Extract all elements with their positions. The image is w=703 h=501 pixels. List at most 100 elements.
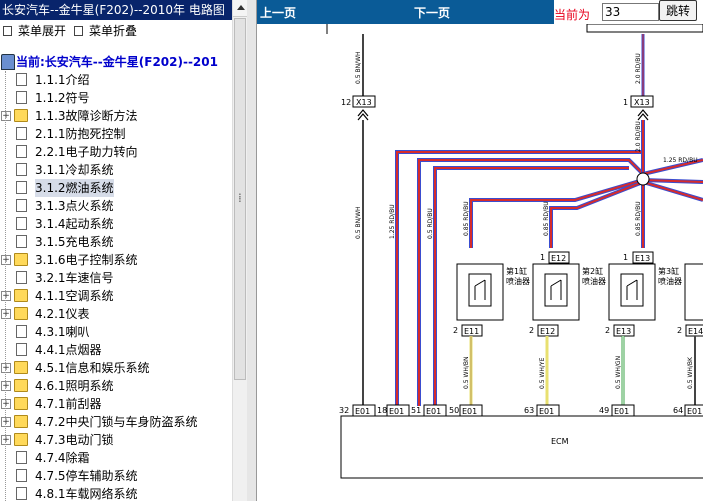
wiring-diagram: 0.5 BN/WH 2.0 RD/BU 12 X13 1 X13 0.5 BN/… xyxy=(326,24,703,479)
navigation-pane: 长安汽车--金牛星(F202)--2010年 电路图 菜单展开 菜单折叠 当前:… xyxy=(0,0,247,501)
wire-label: 0.85 RD/BU xyxy=(463,201,470,236)
tree-scrollbar[interactable] xyxy=(232,0,247,501)
document-icon xyxy=(16,127,27,140)
tree-item-label: 3.2.1车速信号 xyxy=(35,271,114,285)
tree-item[interactable]: +4.7.1前刮器 xyxy=(0,395,232,413)
collapse-menu-button[interactable]: 菜单折叠 xyxy=(74,22,137,40)
wire-label: 0.5 RD/BU xyxy=(427,208,434,239)
expand-menu-button[interactable]: 菜单展开 xyxy=(3,22,66,40)
folder-icon xyxy=(14,289,28,302)
tree-item[interactable]: +4.5.1信息和娱乐系统 xyxy=(0,359,232,377)
tree-item-label: 4.1.1空调系统 xyxy=(35,289,114,303)
tree-item[interactable]: 4.3.1喇叭 xyxy=(0,323,232,341)
pane-splitter[interactable] xyxy=(247,0,257,501)
wire-label: 0.5 WH/BK xyxy=(687,356,694,389)
connector-e14-bottom: 2 E14 xyxy=(677,324,703,337)
pin-name: E01 xyxy=(614,407,629,416)
tree-item[interactable]: 4.4.1点烟器 xyxy=(0,341,232,359)
ecm-pin-63: 63 E01 xyxy=(524,404,560,417)
wire-bn-wh-left: 0.5 BN/WH xyxy=(355,34,364,96)
pin-number: 1 xyxy=(540,253,545,262)
tree-item[interactable]: +4.7.3电动门锁 xyxy=(0,431,232,449)
tree-item[interactable]: 2.1.1防抱死控制 xyxy=(0,125,232,143)
wire-label: 0.5 BN/WH xyxy=(355,51,362,84)
jump-button[interactable]: 跳转 xyxy=(659,0,697,21)
document-icon xyxy=(16,325,27,338)
connector-e12-top: 1 E12 xyxy=(540,251,570,264)
wire-label: 0.85 RD/BU xyxy=(635,201,642,236)
tree-root[interactable]: 当前:长安汽车--金牛星(F202)--201 xyxy=(0,53,232,71)
injector-label: 第2缸 xyxy=(582,266,603,276)
menu-icon xyxy=(74,26,83,36)
ecm-pin-64: 64 E01 xyxy=(673,404,703,417)
page-jump-box: 当前为 跳转 xyxy=(554,0,703,24)
folder-icon xyxy=(14,433,28,446)
connector-name: E11 xyxy=(464,327,479,336)
connector-e13-bottom: 2 E13 xyxy=(605,324,635,337)
tree-item-label: 1.1.1介绍 xyxy=(35,73,90,87)
document-icon xyxy=(16,217,27,230)
pin-name: E01 xyxy=(389,407,404,416)
tree-item[interactable]: 4.7.4除霜 xyxy=(0,449,232,467)
folder-icon xyxy=(14,253,28,266)
menu-row: 菜单展开 菜单折叠 xyxy=(0,22,232,40)
wire-rd-bu-right: 2.0 RD/BU xyxy=(635,34,645,96)
injector-label: 喷油器 xyxy=(658,276,682,286)
tree-item[interactable]: +4.1.1空调系统 xyxy=(0,287,232,305)
scroll-up-arrow-icon[interactable] xyxy=(233,0,247,17)
tree-item[interactable]: +4.6.1照明系统 xyxy=(0,377,232,395)
injector-label: 第1缸 xyxy=(506,266,527,276)
tree-item[interactable]: 3.1.2燃油系统 xyxy=(0,179,232,197)
tree-item[interactable]: 3.1.5充电系统 xyxy=(0,233,232,251)
window-title: 长安汽车--金牛星(F202)--2010年 电路图 xyxy=(0,0,234,20)
tree-item-label: 4.5.1信息和娱乐系统 xyxy=(35,361,150,375)
injector-label: 喷油器 xyxy=(582,276,606,286)
document-icon xyxy=(16,163,27,176)
tree-item[interactable]: +4.7.2中央门锁与车身防盗系统 xyxy=(0,413,232,431)
folder-icon xyxy=(14,109,28,122)
tree-item[interactable]: +1.1.3故障诊断方法 xyxy=(0,107,232,125)
tree-item[interactable]: 2.2.1电子助力转向 xyxy=(0,143,232,161)
ecm-pin-51: 51 E01 xyxy=(411,404,447,417)
pin-name: E01 xyxy=(426,407,441,416)
wire-label: 1.25 RD/BU xyxy=(389,204,396,239)
page-number-input[interactable] xyxy=(602,3,659,21)
tree-item[interactable]: 3.1.1冷却系统 xyxy=(0,161,232,179)
tree-item[interactable]: 4.8.1车载网络系统 xyxy=(0,485,232,501)
injector-signal-wires xyxy=(469,336,696,406)
pin-name: E01 xyxy=(539,407,554,416)
pin-name: E01 xyxy=(462,407,477,416)
connector-e13-top: 1 E13 xyxy=(623,251,654,264)
scroll-thumb[interactable] xyxy=(234,18,246,380)
tree-item[interactable]: 1.1.1介绍 xyxy=(0,71,232,89)
tree-item[interactable]: +3.1.6电子控制系统 xyxy=(0,251,232,269)
tree-item[interactable]: 3.1.3点火系统 xyxy=(0,197,232,215)
previous-page-button[interactable]: 上一页 xyxy=(260,4,296,21)
tree-item[interactable]: 3.1.4起动系统 xyxy=(0,215,232,233)
pin-number: 63 xyxy=(524,406,534,415)
tree-item[interactable]: +4.2.1仪表 xyxy=(0,305,232,323)
next-page-button[interactable]: 下一页 xyxy=(414,4,450,21)
document-icon xyxy=(16,271,27,284)
wire-label: 2.0 RD/BU xyxy=(635,53,642,84)
document-icon xyxy=(16,235,27,248)
tree-item-label: 4.7.4除霜 xyxy=(35,451,90,465)
tree-item[interactable]: 3.2.1车速信号 xyxy=(0,269,232,287)
connector-name: E12 xyxy=(540,327,555,336)
injector-1: 第1缸 喷油器 xyxy=(456,263,530,321)
connector-name: E14 xyxy=(688,327,703,336)
tree-item[interactable]: 4.7.5停车辅助系统 xyxy=(0,467,232,485)
pin-number: 2 xyxy=(453,326,458,335)
tree-item[interactable]: 1.1.2符号 xyxy=(0,89,232,107)
connector-name: E13 xyxy=(635,254,650,263)
connector-e12-bottom: 2 E12 xyxy=(529,324,559,337)
pin-number: 12 xyxy=(341,98,351,107)
tree-guide-line xyxy=(5,71,7,501)
ecm-pin-49: 49 E01 xyxy=(599,404,635,417)
ecm-pin-32: 32 E01 xyxy=(339,404,376,417)
pin-name: E01 xyxy=(687,407,702,416)
tree-item-label: 3.1.3点火系统 xyxy=(35,199,114,213)
connector-x13-left: 12 X13 xyxy=(341,95,376,121)
current-page-label: 当前为 xyxy=(554,8,591,22)
tree-item-label: 4.7.3电动门锁 xyxy=(35,433,114,447)
